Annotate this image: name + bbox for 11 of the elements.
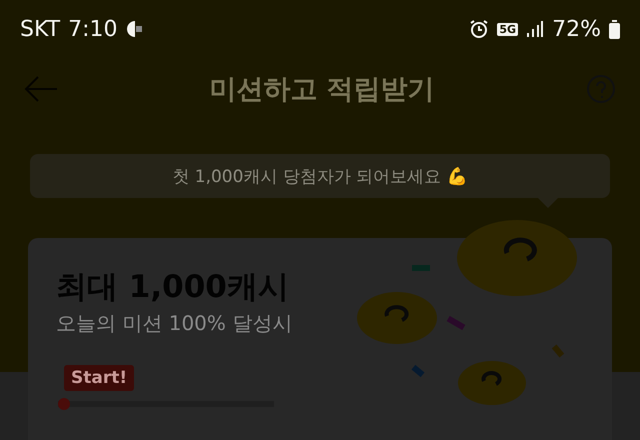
carrier-name: SKT [20,16,60,42]
battery-icon [609,20,620,38]
network-type-icon: 5G [497,22,518,36]
page-title: 미션하고 적립받기 [209,73,435,107]
battery-percent: 72% [552,16,601,42]
clock-time: 7:10 [68,16,118,42]
signal-icon [526,20,544,38]
bubble-text: 첫 1,000캐시 당첨자가 되어보세요 💪 [172,166,468,188]
alarm-icon [469,19,490,39]
reward-subtitle: 오늘의 미션 100% 달성시 [56,310,294,337]
start-label: Start! [64,365,134,391]
